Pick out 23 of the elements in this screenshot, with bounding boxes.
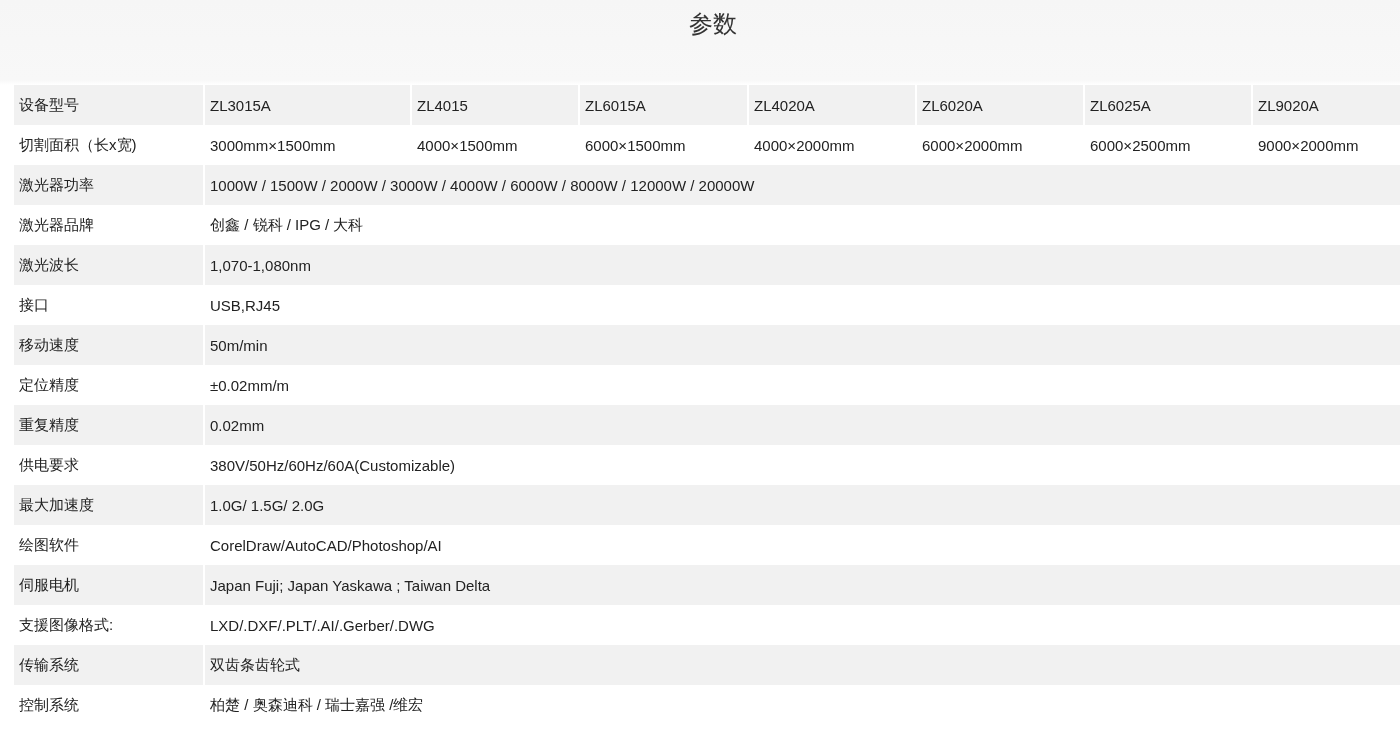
row-label: 移动速度 — [14, 325, 203, 365]
row-label: 设备型号 — [14, 85, 203, 125]
table-cell: ZL6025A — [1085, 85, 1251, 125]
row-label: 激光波长 — [14, 245, 203, 285]
table-cell: ZL6015A — [580, 85, 747, 125]
table-cell: 1000W / 1500W / 2000W / 3000W / 4000W / 6000W / 8000W / 12000W / 20000W — [205, 165, 1400, 205]
table-cell: ZL4020A — [749, 85, 915, 125]
row-label: 传输系统 — [14, 645, 203, 685]
table-cell: ZL9020A — [1253, 85, 1400, 125]
section-title: 参数 — [688, 9, 738, 39]
table-cell: ZL3015A — [205, 85, 410, 125]
table-cell: 1,070-1,080nm — [205, 245, 1400, 285]
table-cell: ZL6020A — [917, 85, 1083, 125]
table-cell: ZL4015 — [412, 85, 578, 125]
table-cell: 50m/min — [205, 325, 1400, 365]
row-label: 重复精度 — [14, 405, 203, 445]
row-label: 最大加速度 — [14, 485, 203, 525]
row-label: 激光器功率 — [14, 165, 203, 205]
table-cell: 双齿条齿轮式 — [205, 645, 1400, 685]
table-cell: 0.02mm — [205, 405, 1400, 445]
row-label: 伺服电机 — [14, 565, 203, 605]
table-cell: 1.0G/ 1.5G/ 2.0G — [205, 485, 1400, 525]
table-cell: Japan Fuji; Japan Yaskawa ; Taiwan Delta — [205, 565, 1400, 605]
